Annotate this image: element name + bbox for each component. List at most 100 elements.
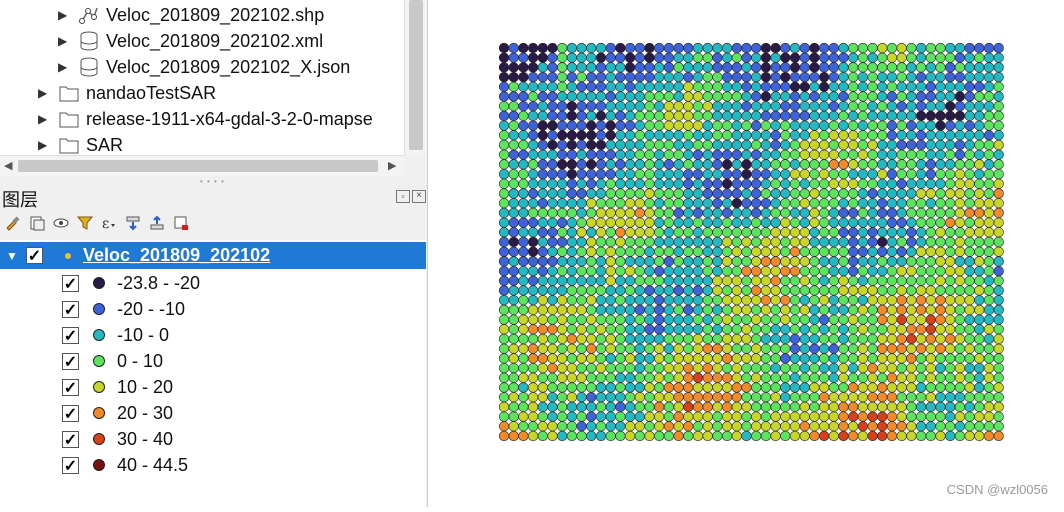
map-point [663,256,674,267]
map-point [751,91,762,102]
map-point [886,304,898,316]
map-point [537,295,548,306]
expand-all-icon[interactable] [124,214,142,232]
map-point [566,246,577,257]
filter-icon[interactable] [76,214,94,232]
browser-item-folder-sar[interactable]: ▶ SAR [38,132,123,155]
browser-item-xml[interactable]: ▶ Veloc_201809_202102.xml [58,28,323,54]
map-point [644,178,655,189]
browser-vertical-scrollbar[interactable] [404,0,427,155]
layer-row-veloc[interactable]: ▼ ✓ Veloc_201809_202102 [0,242,426,269]
legend-item[interactable]: ✓ -23.8 - -20 [62,270,200,296]
map-point [557,295,568,306]
scroll-left-icon[interactable]: ◀ [4,159,12,172]
legend-item[interactable]: ✓ 40 - 44.5 [62,452,188,478]
legend-item-checkbox[interactable]: ✓ [62,352,79,371]
float-panel-icon[interactable]: ▫ [396,190,410,203]
map-point [857,285,869,296]
legend-item-checkbox[interactable]: ✓ [62,300,79,319]
browser-horizontal-scrollbar[interactable]: ◀ ▶ [0,155,404,176]
expand-arrow-icon[interactable]: ▶ [38,106,48,132]
map-point [993,372,1004,383]
browser-item-shp[interactable]: ▶ Veloc_201809_202102.shp [58,2,324,28]
map-point [877,62,888,73]
map-point [615,304,626,316]
map-point [692,372,704,383]
map-point [751,430,762,442]
map-point [625,285,636,296]
map-point [722,382,733,393]
map-point [916,91,927,102]
map-point [683,324,694,335]
map-point [925,266,936,277]
map-point [663,178,674,189]
map-point [886,120,898,131]
map-point [673,227,684,238]
expand-arrow-icon[interactable]: ▶ [58,2,68,28]
map-point [780,372,791,383]
map-point [498,198,510,209]
map-point [527,266,539,277]
map-point [954,246,966,257]
map-point [780,62,791,73]
map-point [867,149,878,160]
expand-arrow-icon[interactable]: ▶ [58,28,68,54]
map-point [857,236,869,248]
map-point [896,188,907,199]
close-panel-icon[interactable]: × [412,190,426,203]
map-point [848,139,859,151]
expression-icon[interactable]: ε [100,214,118,232]
legend-item[interactable]: ✓ -10 - 0 [62,322,169,348]
map-point [722,198,733,209]
expand-arrow-icon[interactable]: ▶ [38,132,48,155]
legend-item[interactable]: ✓ 30 - 40 [62,426,173,452]
map-point [625,149,636,160]
browser-item-json[interactable]: ▶ Veloc_201809_202102_X.json [58,54,350,80]
browser-item-folder-release[interactable]: ▶ release-1911-x64-gdal-3-2-0-mapse [38,106,373,132]
map-point [828,207,839,218]
layer-visibility-checkbox[interactable]: ✓ [26,247,43,265]
legend-item-checkbox[interactable]: ✓ [62,378,79,397]
legend-item-checkbox[interactable]: ✓ [62,430,79,449]
map-point [625,353,636,364]
map-point [615,343,626,354]
collapse-all-icon[interactable] [148,214,166,232]
map-point [877,275,888,286]
map-point [789,110,801,121]
scroll-right-icon[interactable]: ▶ [388,159,396,172]
scrollbar-thumb[interactable] [409,0,423,150]
paint-brush-icon[interactable] [4,214,22,232]
legend-item[interactable]: ✓ -20 - -10 [62,296,185,322]
expand-arrow-icon[interactable]: ▶ [38,80,48,106]
map-point [925,101,936,112]
map-point [615,401,626,413]
map-point [828,188,839,199]
legend-item[interactable]: ✓ 0 - 10 [62,348,163,374]
map-point [673,52,684,63]
map-point [644,411,655,422]
map-point [566,304,577,316]
eye-icon[interactable] [52,214,70,232]
map-canvas[interactable]: CSDN @wzl0056 [436,0,1064,507]
legend-item[interactable]: ✓ 10 - 20 [62,374,173,400]
legend-item-checkbox[interactable]: ✓ [62,326,79,345]
map-point [983,430,995,442]
scrollbar-thumb[interactable] [18,160,378,172]
panel-splitter-handle[interactable]: • • • • [200,177,225,186]
add-group-icon[interactable] [28,214,46,232]
map-point [722,62,733,73]
map-point [954,91,966,102]
legend-item[interactable]: ✓ 20 - 30 [62,400,173,426]
legend-item-checkbox[interactable]: ✓ [62,404,79,423]
map-point [634,110,645,121]
browser-item-folder-nandao[interactable]: ▶ nandaoTestSAR [38,80,216,106]
collapse-arrow-icon[interactable]: ▼ [6,249,18,263]
legend-item-checkbox[interactable]: ✓ [62,274,79,293]
expand-arrow-icon[interactable]: ▶ [58,54,68,80]
remove-layer-icon[interactable] [172,214,190,232]
map-point [615,42,626,54]
map-point [644,324,655,335]
legend-item-checkbox[interactable]: ✓ [62,456,79,475]
map-point [595,343,607,354]
map-point [819,246,830,257]
